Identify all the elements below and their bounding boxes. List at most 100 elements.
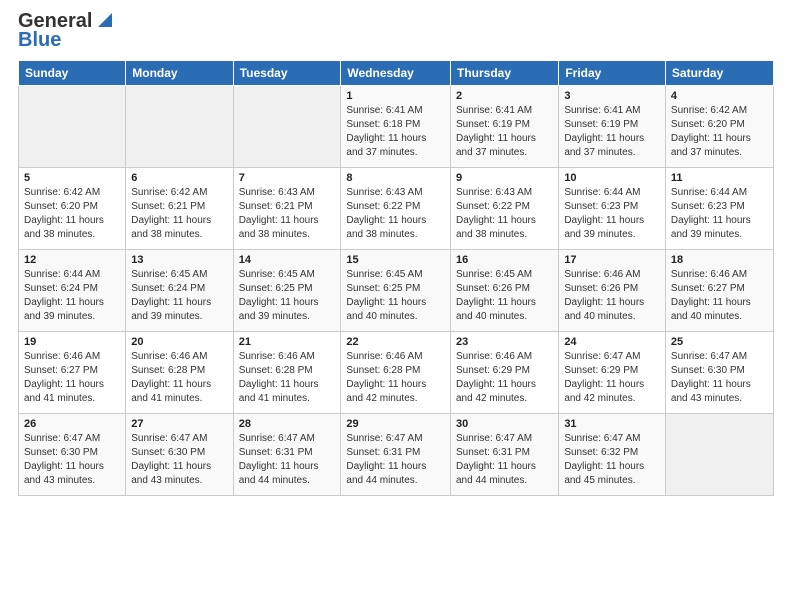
calendar-day-cell: 8 Sunrise: 6:43 AMSunset: 6:22 PMDaylight… [341,168,451,250]
calendar-day-cell: 5 Sunrise: 6:42 AMSunset: 6:20 PMDaylight… [19,168,126,250]
logo: General Blue [18,10,112,52]
day-number: 23 [456,336,553,348]
day-info: Sunrise: 6:47 AMSunset: 6:32 PMDaylight:… [564,432,660,488]
calendar-day-cell: 1Sunrise: 6:41 AMSunset: 6:18 PMDaylight… [341,86,451,168]
day-number: 2 [456,90,553,102]
day-info: Sunrise: 6:47 AMSunset: 6:30 PMDaylight:… [24,432,120,488]
day-info: Sunrise: 6:46 AMSunset: 6:29 PMDaylight:… [456,350,553,406]
day-info: Sunrise: 6:46 AMSunset: 6:27 PMDaylight:… [24,350,120,406]
day-number: 31 [564,418,660,430]
calendar-day-cell: 9Sunrise: 6:43 AMSunset: 6:22 PMDaylight… [450,168,558,250]
calendar-day-cell: 16 Sunrise: 6:45 AMSunset: 6:26 PMDayligh… [450,250,558,332]
calendar-table: SundayMondayTuesdayWednesdayThursdayFrid… [18,60,774,496]
calendar-day-cell: 29 Sunrise: 6:47 AMSunset: 6:31 PMDayligh… [341,414,451,496]
calendar-day-cell: 11Sunrise: 6:44 AMSunset: 6:23 PMDayligh… [665,168,773,250]
day-info: Sunrise: 6:42 AMSunset: 6:21 PMDaylight:… [131,186,227,242]
day-info: Sunrise: 6:45 AMSunset: 6:24 PMDaylight:… [131,268,227,324]
calendar-day-cell: 26Sunrise: 6:47 AMSunset: 6:30 PMDayligh… [19,414,126,496]
day-info: Sunrise: 6:47 AMSunset: 6:29 PMDaylight:… [564,350,660,406]
day-info: Sunrise: 6:41 AMSunset: 6:19 PMDaylight:… [564,104,660,160]
calendar-header-row: SundayMondayTuesdayWednesdayThursdayFrid… [19,61,774,86]
calendar-day-cell: 22Sunrise: 6:46 AMSunset: 6:28 PMDayligh… [341,332,451,414]
day-info: Sunrise: 6:45 AMSunset: 6:25 PMDaylight:… [346,268,445,324]
calendar-day-cell: 4 Sunrise: 6:42 AMSunset: 6:20 PMDaylight… [665,86,773,168]
day-info: Sunrise: 6:46 AMSunset: 6:27 PMDaylight:… [671,268,768,324]
day-number: 25 [671,336,768,348]
day-info: Sunrise: 6:46 AMSunset: 6:28 PMDaylight:… [239,350,336,406]
calendar-day-cell: 17 Sunrise: 6:46 AMSunset: 6:26 PMDayligh… [559,250,666,332]
calendar-day-cell: 30Sunrise: 6:47 AMSunset: 6:31 PMDayligh… [450,414,558,496]
day-info: Sunrise: 6:43 AMSunset: 6:21 PMDaylight:… [239,186,336,242]
day-info: Sunrise: 6:41 AMSunset: 6:18 PMDaylight:… [346,104,445,160]
calendar-day-cell: 6 Sunrise: 6:42 AMSunset: 6:21 PMDaylight… [126,168,233,250]
calendar-day-cell: 2 Sunrise: 6:41 AMSunset: 6:19 PMDaylight… [450,86,558,168]
day-number: 29 [346,418,445,430]
day-info: Sunrise: 6:46 AMSunset: 6:28 PMDaylight:… [131,350,227,406]
calendar-day-cell: 20 Sunrise: 6:46 AMSunset: 6:28 PMDayligh… [126,332,233,414]
calendar-day-cell: 12Sunrise: 6:44 AMSunset: 6:24 PMDayligh… [19,250,126,332]
calendar-day-header: Monday [126,61,233,86]
day-number: 30 [456,418,553,430]
header: General Blue [18,10,774,52]
calendar-day-header: Wednesday [341,61,451,86]
calendar-week-row: 19 Sunrise: 6:46 AMSunset: 6:27 PMDayligh… [19,332,774,414]
day-number: 14 [239,254,336,266]
logo-triangle-icon [94,11,112,29]
calendar-week-row: 5 Sunrise: 6:42 AMSunset: 6:20 PMDaylight… [19,168,774,250]
day-number: 13 [131,254,227,266]
calendar-day-header: Saturday [665,61,773,86]
calendar-day-cell: 23 Sunrise: 6:46 AMSunset: 6:29 PMDayligh… [450,332,558,414]
day-number: 4 [671,90,768,102]
day-info: Sunrise: 6:42 AMSunset: 6:20 PMDaylight:… [24,186,120,242]
day-number: 10 [564,172,660,184]
calendar-week-row: 26Sunrise: 6:47 AMSunset: 6:30 PMDayligh… [19,414,774,496]
day-info: Sunrise: 6:46 AMSunset: 6:26 PMDaylight:… [564,268,660,324]
day-number: 28 [239,418,336,430]
day-number: 24 [564,336,660,348]
day-info: Sunrise: 6:43 AMSunset: 6:22 PMDaylight:… [346,186,445,242]
day-info: Sunrise: 6:45 AMSunset: 6:25 PMDaylight:… [239,268,336,324]
calendar-day-cell [665,414,773,496]
day-number: 9 [456,172,553,184]
calendar-day-cell: 19 Sunrise: 6:46 AMSunset: 6:27 PMDayligh… [19,332,126,414]
day-number: 15 [346,254,445,266]
day-number: 5 [24,172,120,184]
day-number: 21 [239,336,336,348]
calendar-day-cell: 7 Sunrise: 6:43 AMSunset: 6:21 PMDaylight… [233,168,341,250]
day-number: 17 [564,254,660,266]
calendar-day-header: Sunday [19,61,126,86]
calendar-day-cell [19,86,126,168]
calendar-day-cell: 14 Sunrise: 6:45 AMSunset: 6:25 PMDayligh… [233,250,341,332]
day-number: 27 [131,418,227,430]
calendar-day-cell: 24 Sunrise: 6:47 AMSunset: 6:29 PMDayligh… [559,332,666,414]
day-info: Sunrise: 6:41 AMSunset: 6:19 PMDaylight:… [456,104,553,160]
calendar-day-cell: 3Sunrise: 6:41 AMSunset: 6:19 PMDaylight… [559,86,666,168]
day-number: 16 [456,254,553,266]
day-info: Sunrise: 6:42 AMSunset: 6:20 PMDaylight:… [671,104,768,160]
day-info: Sunrise: 6:47 AMSunset: 6:30 PMDaylight:… [671,350,768,406]
calendar-day-cell: 27Sunrise: 6:47 AMSunset: 6:30 PMDayligh… [126,414,233,496]
calendar-day-cell: 10 Sunrise: 6:44 AMSunset: 6:23 PMDayligh… [559,168,666,250]
calendar-day-header: Thursday [450,61,558,86]
page: General Blue SundayMondayTuesdayWednesda… [0,0,792,612]
day-info: Sunrise: 6:44 AMSunset: 6:24 PMDaylight:… [24,268,120,324]
day-info: Sunrise: 6:44 AMSunset: 6:23 PMDaylight:… [564,186,660,242]
day-info: Sunrise: 6:47 AMSunset: 6:31 PMDaylight:… [239,432,336,488]
calendar-day-header: Friday [559,61,666,86]
calendar-day-cell: 25 Sunrise: 6:47 AMSunset: 6:30 PMDayligh… [665,332,773,414]
calendar-day-cell [126,86,233,168]
calendar-week-row: 1Sunrise: 6:41 AMSunset: 6:18 PMDaylight… [19,86,774,168]
day-number: 7 [239,172,336,184]
day-number: 20 [131,336,227,348]
day-info: Sunrise: 6:46 AMSunset: 6:28 PMDaylight:… [346,350,445,406]
day-number: 8 [346,172,445,184]
day-number: 19 [24,336,120,348]
calendar-week-row: 12Sunrise: 6:44 AMSunset: 6:24 PMDayligh… [19,250,774,332]
day-number: 18 [671,254,768,266]
calendar-day-cell: 15 Sunrise: 6:45 AMSunset: 6:25 PMDayligh… [341,250,451,332]
day-info: Sunrise: 6:45 AMSunset: 6:26 PMDaylight:… [456,268,553,324]
calendar-day-cell: 28 Sunrise: 6:47 AMSunset: 6:31 PMDayligh… [233,414,341,496]
day-number: 6 [131,172,227,184]
day-info: Sunrise: 6:47 AMSunset: 6:31 PMDaylight:… [346,432,445,488]
calendar-day-cell [233,86,341,168]
